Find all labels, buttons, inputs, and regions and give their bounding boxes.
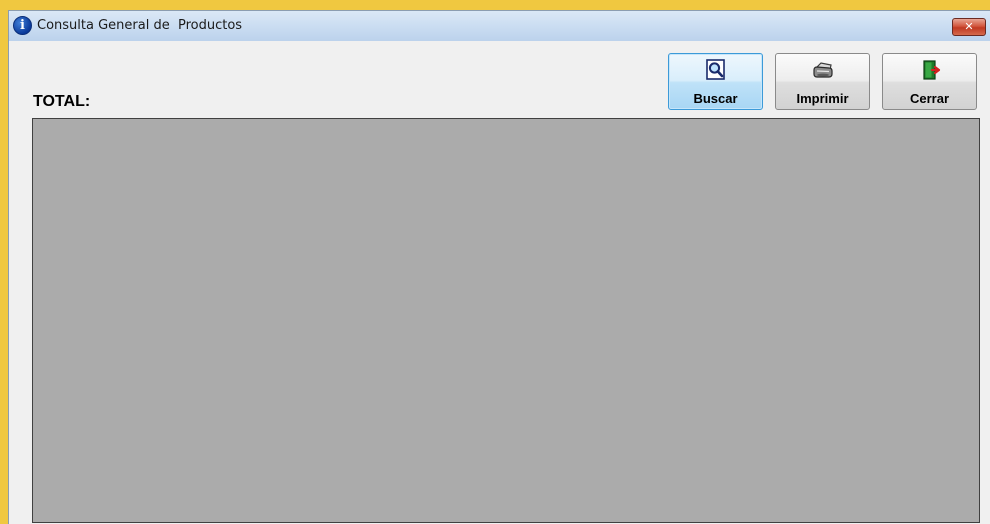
window: i Consulta General de Productos ✕ Buscar… (8, 10, 990, 524)
printer-icon (812, 62, 833, 78)
cerrar-label: Cerrar (909, 91, 950, 106)
total-label: TOTAL: (33, 93, 91, 110)
search-icon (705, 59, 725, 80)
info-icon: i (13, 16, 32, 35)
cerrar-button[interactable]: Cerrar (882, 53, 977, 110)
window-title: Consulta General de Productos (37, 18, 243, 33)
close-window-button[interactable]: ✕ (952, 18, 986, 36)
buscar-button[interactable]: Buscar (668, 53, 763, 110)
imprimir-button[interactable]: Imprimir (775, 53, 870, 110)
title-bar[interactable]: i Consulta General de Productos ✕ (9, 11, 990, 41)
results-grid[interactable] (32, 118, 980, 523)
imprimir-label: Imprimir (796, 91, 849, 106)
buscar-label: Buscar (693, 91, 738, 106)
exit-door-icon (922, 60, 940, 80)
